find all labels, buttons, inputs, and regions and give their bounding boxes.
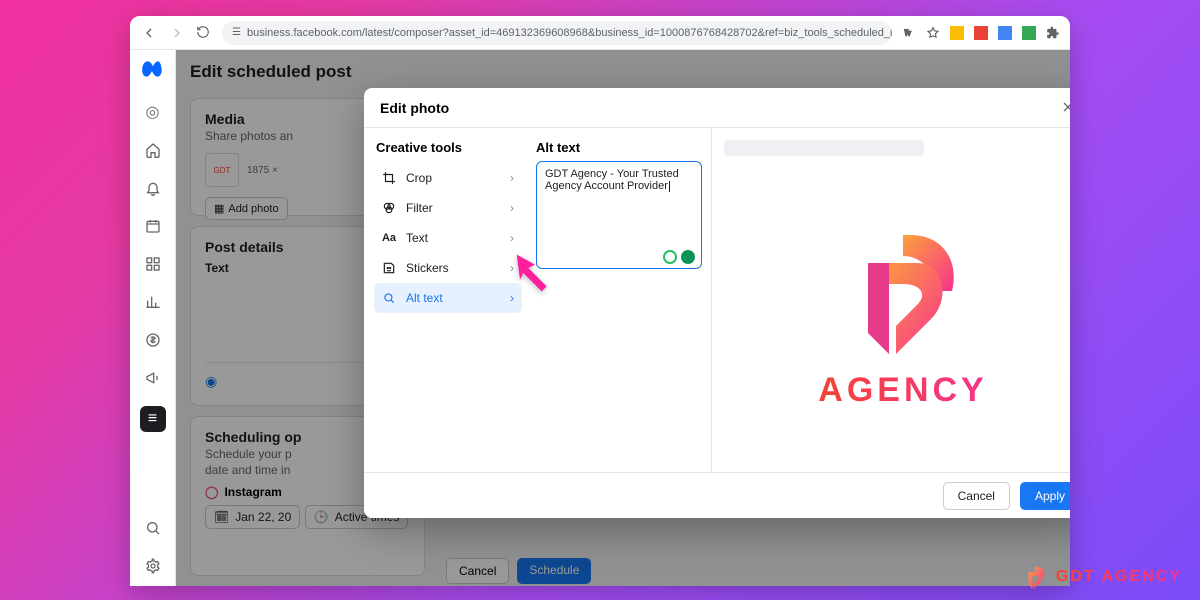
translate-icon[interactable] xyxy=(902,26,916,40)
gear-side-icon[interactable] xyxy=(143,556,163,576)
business-sidebar: ◎ ≡ xyxy=(130,50,176,586)
calendar-icon[interactable] xyxy=(143,216,163,236)
ext-red-icon[interactable] xyxy=(974,26,988,40)
reload-icon[interactable] xyxy=(196,25,212,41)
text-icon: Aa xyxy=(382,232,396,244)
chevron-right-icon: › xyxy=(510,201,514,215)
brand-text: GDT AGENCY xyxy=(1056,568,1182,586)
tool-alt-text[interactable]: Alt text › xyxy=(374,283,522,313)
search-side-icon[interactable] xyxy=(143,518,163,538)
ext-yellow-icon[interactable] xyxy=(950,26,964,40)
home-icon[interactable] xyxy=(143,140,163,160)
stickers-icon xyxy=(382,261,396,275)
dollar-icon[interactable] xyxy=(143,330,163,350)
megaphone-icon[interactable] xyxy=(143,368,163,388)
grammar-badge-icon[interactable] xyxy=(663,250,677,264)
edit-photo-modal: Edit photo Creative tools Crop › Filter … xyxy=(364,88,1070,518)
modal-title: Edit photo xyxy=(380,100,449,116)
filter-icon xyxy=(382,201,396,215)
photo-preview: AGENCY xyxy=(712,128,1070,472)
alt-text-input[interactable]: GDT Agency - Your Trusted Agency Account… xyxy=(536,161,702,269)
modal-apply-button[interactable]: Apply xyxy=(1020,482,1070,510)
star-icon[interactable] xyxy=(926,26,940,40)
grid-icon[interactable] xyxy=(143,254,163,274)
brand-logo-icon xyxy=(1022,564,1048,590)
browser-chrome: ☰ business.facebook.com/latest/composer?… xyxy=(130,16,1070,50)
grammar-check-icon[interactable] xyxy=(681,250,695,264)
text-caret xyxy=(669,181,670,192)
tool-stickers[interactable]: Stickers › xyxy=(374,253,522,283)
agency-wordmark: AGENCY xyxy=(818,371,987,410)
tool-strip xyxy=(724,140,924,156)
url-text: business.facebook.com/latest/composer?as… xyxy=(247,27,892,39)
modal-cancel-button[interactable]: Cancel xyxy=(943,482,1010,510)
ext-green-icon[interactable] xyxy=(1022,26,1036,40)
creative-tools-header: Creative tools xyxy=(374,140,522,155)
annotation-arrow-icon xyxy=(510,248,560,298)
bell-icon[interactable] xyxy=(143,178,163,198)
ext-puzzle-icon[interactable] xyxy=(1046,26,1060,40)
search-icon xyxy=(382,291,396,305)
crop-icon xyxy=(382,171,396,185)
extensions-row xyxy=(902,26,1060,40)
chart-icon[interactable] xyxy=(143,292,163,312)
agency-logo-icon xyxy=(833,221,973,361)
chevron-right-icon: › xyxy=(510,231,514,245)
tool-filter[interactable]: Filter › xyxy=(374,193,522,223)
site-info-icon: ☰ xyxy=(232,27,241,38)
modal-body: Creative tools Crop › Filter › AaText › … xyxy=(364,128,1070,472)
alt-text-header: Alt text xyxy=(536,140,701,155)
modal-footer: Cancel Apply xyxy=(364,472,1070,518)
creative-tools-column: Creative tools Crop › Filter › AaText › … xyxy=(364,128,532,472)
forward-icon[interactable] xyxy=(168,24,186,42)
tool-text[interactable]: AaText › xyxy=(374,223,522,253)
url-bar[interactable]: ☰ business.facebook.com/latest/composer?… xyxy=(222,21,892,45)
target-icon[interactable]: ◎ xyxy=(143,102,163,122)
close-icon[interactable] xyxy=(1060,99,1070,117)
chevron-right-icon: › xyxy=(510,171,514,185)
ext-blue-icon[interactable] xyxy=(998,26,1012,40)
menu-active-icon[interactable]: ≡ xyxy=(140,406,166,432)
alt-text-value: GDT Agency - Your Trusted Agency Account… xyxy=(545,168,679,192)
alt-text-column: Alt text GDT Agency - Your Trusted Agenc… xyxy=(532,128,712,472)
back-icon[interactable] xyxy=(140,24,158,42)
meta-logo-icon xyxy=(140,56,166,82)
browser-window: ☰ business.facebook.com/latest/composer?… xyxy=(130,16,1070,586)
tool-crop[interactable]: Crop › xyxy=(374,163,522,193)
watermark-brand: GDT AGENCY xyxy=(1022,564,1182,590)
modal-header: Edit photo xyxy=(364,88,1070,128)
